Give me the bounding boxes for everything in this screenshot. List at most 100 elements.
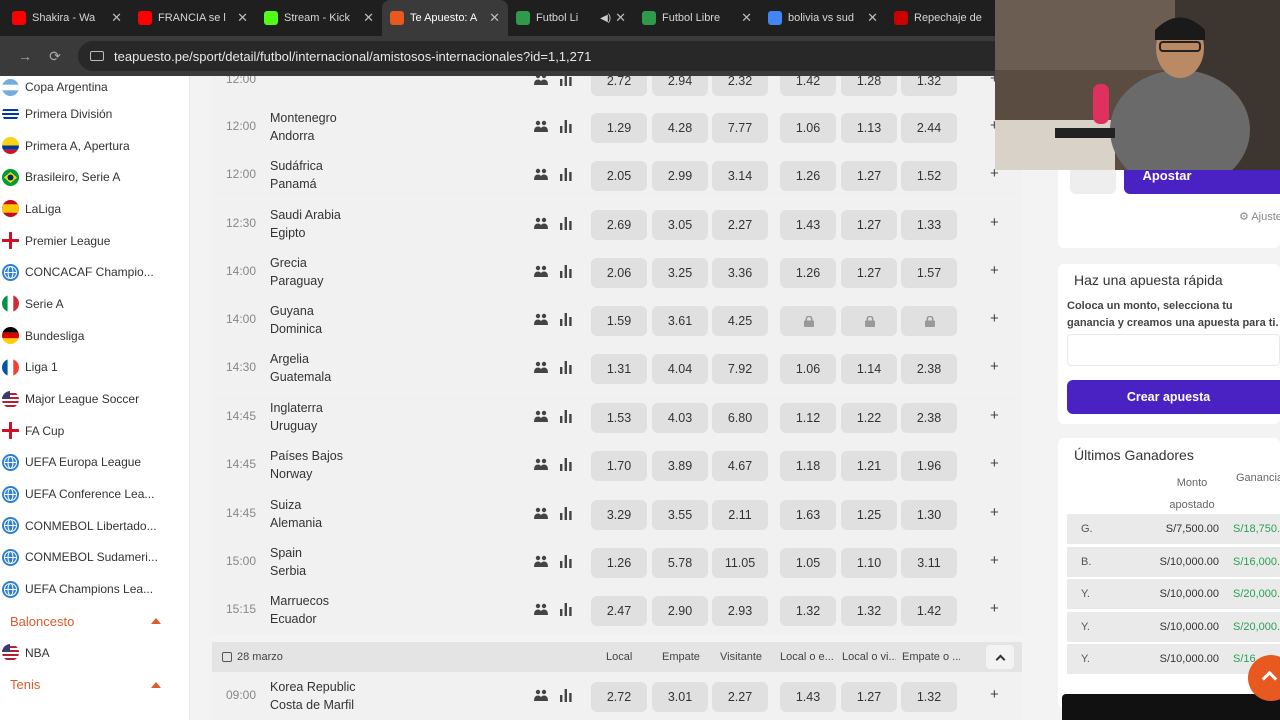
stats-icon[interactable] — [560, 168, 572, 181]
odds-button[interactable]: 3.61 — [652, 306, 708, 336]
stats-icon[interactable] — [560, 361, 572, 374]
more-markets-button[interactable]: + — [990, 262, 999, 279]
sidebar-league-item[interactable]: Copa Argentina — [0, 76, 189, 98]
lineup-icon[interactable] — [534, 313, 548, 326]
odds-button[interactable]: 1.70 — [591, 451, 647, 481]
odds-button[interactable]: 2.72 — [591, 682, 647, 712]
odds-button[interactable]: 1.14 — [841, 354, 897, 384]
odds-button[interactable]: 1.31 — [591, 354, 647, 384]
browser-tab[interactable]: FRANCIA se l ✕ — [130, 0, 256, 36]
close-icon[interactable]: ✕ — [741, 10, 752, 26]
more-markets-button[interactable]: + — [990, 455, 999, 472]
sidebar-league-item[interactable]: Brasileiro, Serie A — [0, 161, 189, 193]
odds-button[interactable]: 1.43 — [780, 210, 836, 240]
odds-button[interactable]: 6.80 — [712, 403, 768, 433]
lineup-icon[interactable] — [534, 120, 548, 133]
sidebar-league-item[interactable]: FA Cup — [0, 415, 189, 447]
odds-button[interactable]: 1.10 — [841, 548, 897, 578]
odds-button[interactable]: 2.05 — [591, 161, 647, 191]
more-markets-button[interactable]: + — [990, 552, 999, 569]
stats-icon[interactable] — [560, 217, 572, 230]
lineup-icon[interactable] — [534, 361, 548, 374]
sidebar-league-item[interactable]: LaLiga — [0, 193, 189, 225]
odds-button[interactable]: 1.22 — [841, 403, 897, 433]
stats-icon[interactable] — [560, 689, 572, 702]
sidebar-section-tenis[interactable]: Tenis — [0, 669, 189, 701]
match-teams[interactable]: Marruecos Ecuador — [270, 592, 329, 628]
odds-button[interactable]: 1.32 — [841, 596, 897, 626]
lineup-icon[interactable] — [534, 555, 548, 568]
odds-button[interactable]: 4.03 — [652, 403, 708, 433]
stats-icon[interactable] — [560, 555, 572, 568]
more-markets-button[interactable]: + — [990, 407, 999, 424]
more-markets-button[interactable]: + — [990, 310, 999, 327]
quick-bet-amount-input[interactable] — [1067, 334, 1280, 366]
match-teams[interactable]: Korea Republic Costa de Marfil — [270, 678, 355, 714]
more-markets-button[interactable]: + — [990, 600, 999, 617]
odds-button[interactable]: 1.42 — [901, 596, 957, 626]
sidebar-league-item[interactable]: CONMEBOL Libertado... — [0, 510, 189, 542]
match-teams[interactable]: Grecia Paraguay — [270, 254, 324, 290]
sidebar-league-item[interactable]: Primera A, Apertura — [0, 130, 189, 162]
odds-button[interactable]: 2.06 — [591, 258, 647, 288]
speaker-icon[interactable]: ◀) — [600, 13, 611, 24]
odds-button[interactable]: 2.27 — [712, 210, 768, 240]
odds-button[interactable]: 3.29 — [591, 500, 647, 530]
match-teams[interactable]: Costa Rica — [270, 76, 331, 80]
sidebar-league-item[interactable]: CONMEBOL Sudameri... — [0, 542, 189, 574]
odds-button[interactable]: 1.57 — [901, 258, 957, 288]
odds-button[interactable]: 3.36 — [712, 258, 768, 288]
stats-icon[interactable] — [560, 265, 572, 278]
odds-button[interactable]: 3.11 — [901, 548, 957, 578]
odds-button[interactable]: 1.12 — [780, 403, 836, 433]
odds-button[interactable]: 1.18 — [780, 451, 836, 481]
odds-button[interactable]: 1.32 — [901, 682, 957, 712]
site-settings-icon[interactable] — [90, 51, 104, 61]
sidebar-league-item[interactable]: Liga 1 — [0, 352, 189, 384]
lineup-icon[interactable] — [534, 458, 548, 471]
odds-button[interactable]: 1.59 — [591, 306, 647, 336]
odds-button[interactable]: 1.27 — [841, 210, 897, 240]
odds-button[interactable]: 2.44 — [901, 113, 957, 143]
sidebar-league-item[interactable]: UEFA Conference Lea... — [0, 478, 189, 510]
more-markets-button[interactable]: + — [990, 214, 999, 231]
ajustes-link[interactable]: ⚙ Ajuste — [1239, 210, 1280, 223]
browser-tab[interactable]: Futbol Li ◀) ✕ — [508, 0, 634, 36]
match-teams[interactable]: Guyana Dominica — [270, 302, 322, 338]
browser-tab[interactable]: Repechaje de✕ — [886, 0, 1012, 36]
odds-button[interactable]: 3.05 — [652, 210, 708, 240]
sidebar-league-item[interactable]: NBA — [0, 637, 189, 669]
odds-button[interactable]: 2.38 — [901, 354, 957, 384]
stats-icon[interactable] — [560, 120, 572, 133]
odds-button[interactable]: 1.32 — [901, 76, 957, 96]
more-markets-button[interactable]: + — [990, 504, 999, 521]
sidebar-league-item[interactable]: Serie A — [0, 288, 189, 320]
odds-button[interactable]: 1.27 — [841, 258, 897, 288]
crear-apuesta-button[interactable]: Crear apuesta — [1067, 380, 1280, 414]
match-teams[interactable]: Argelia Guatemala — [270, 350, 331, 386]
odds-button[interactable]: 4.67 — [712, 451, 768, 481]
match-teams[interactable]: Suiza Alemania — [270, 496, 322, 532]
stats-icon[interactable] — [560, 458, 572, 471]
odds-button[interactable]: 2.69 — [591, 210, 647, 240]
odds-button[interactable]: 3.55 — [652, 500, 708, 530]
lineup-icon[interactable] — [534, 507, 548, 520]
sidebar-league-item[interactable]: Primera División — [0, 98, 189, 130]
odds-button[interactable]: 2.27 — [712, 682, 768, 712]
forward-icon[interactable]: → — [10, 48, 40, 64]
odds-button[interactable]: 2.94 — [652, 76, 708, 96]
odds-button[interactable]: 2.38 — [901, 403, 957, 433]
odds-button[interactable]: 1.26 — [780, 258, 836, 288]
stats-icon[interactable] — [560, 76, 572, 86]
odds-button[interactable]: 1.26 — [591, 548, 647, 578]
odds-button[interactable]: 2.72 — [591, 76, 647, 96]
odds-button[interactable]: 3.25 — [652, 258, 708, 288]
odds-button[interactable]: 1.43 — [780, 682, 836, 712]
odds-button[interactable]: 1.13 — [841, 113, 897, 143]
odds-button[interactable]: 2.32 — [712, 76, 768, 96]
lineup-icon[interactable] — [534, 689, 548, 702]
sidebar-league-item[interactable]: Premier League — [0, 225, 189, 257]
stats-icon[interactable] — [560, 313, 572, 326]
lineup-icon[interactable] — [534, 217, 548, 230]
odds-button[interactable]: 1.32 — [780, 596, 836, 626]
